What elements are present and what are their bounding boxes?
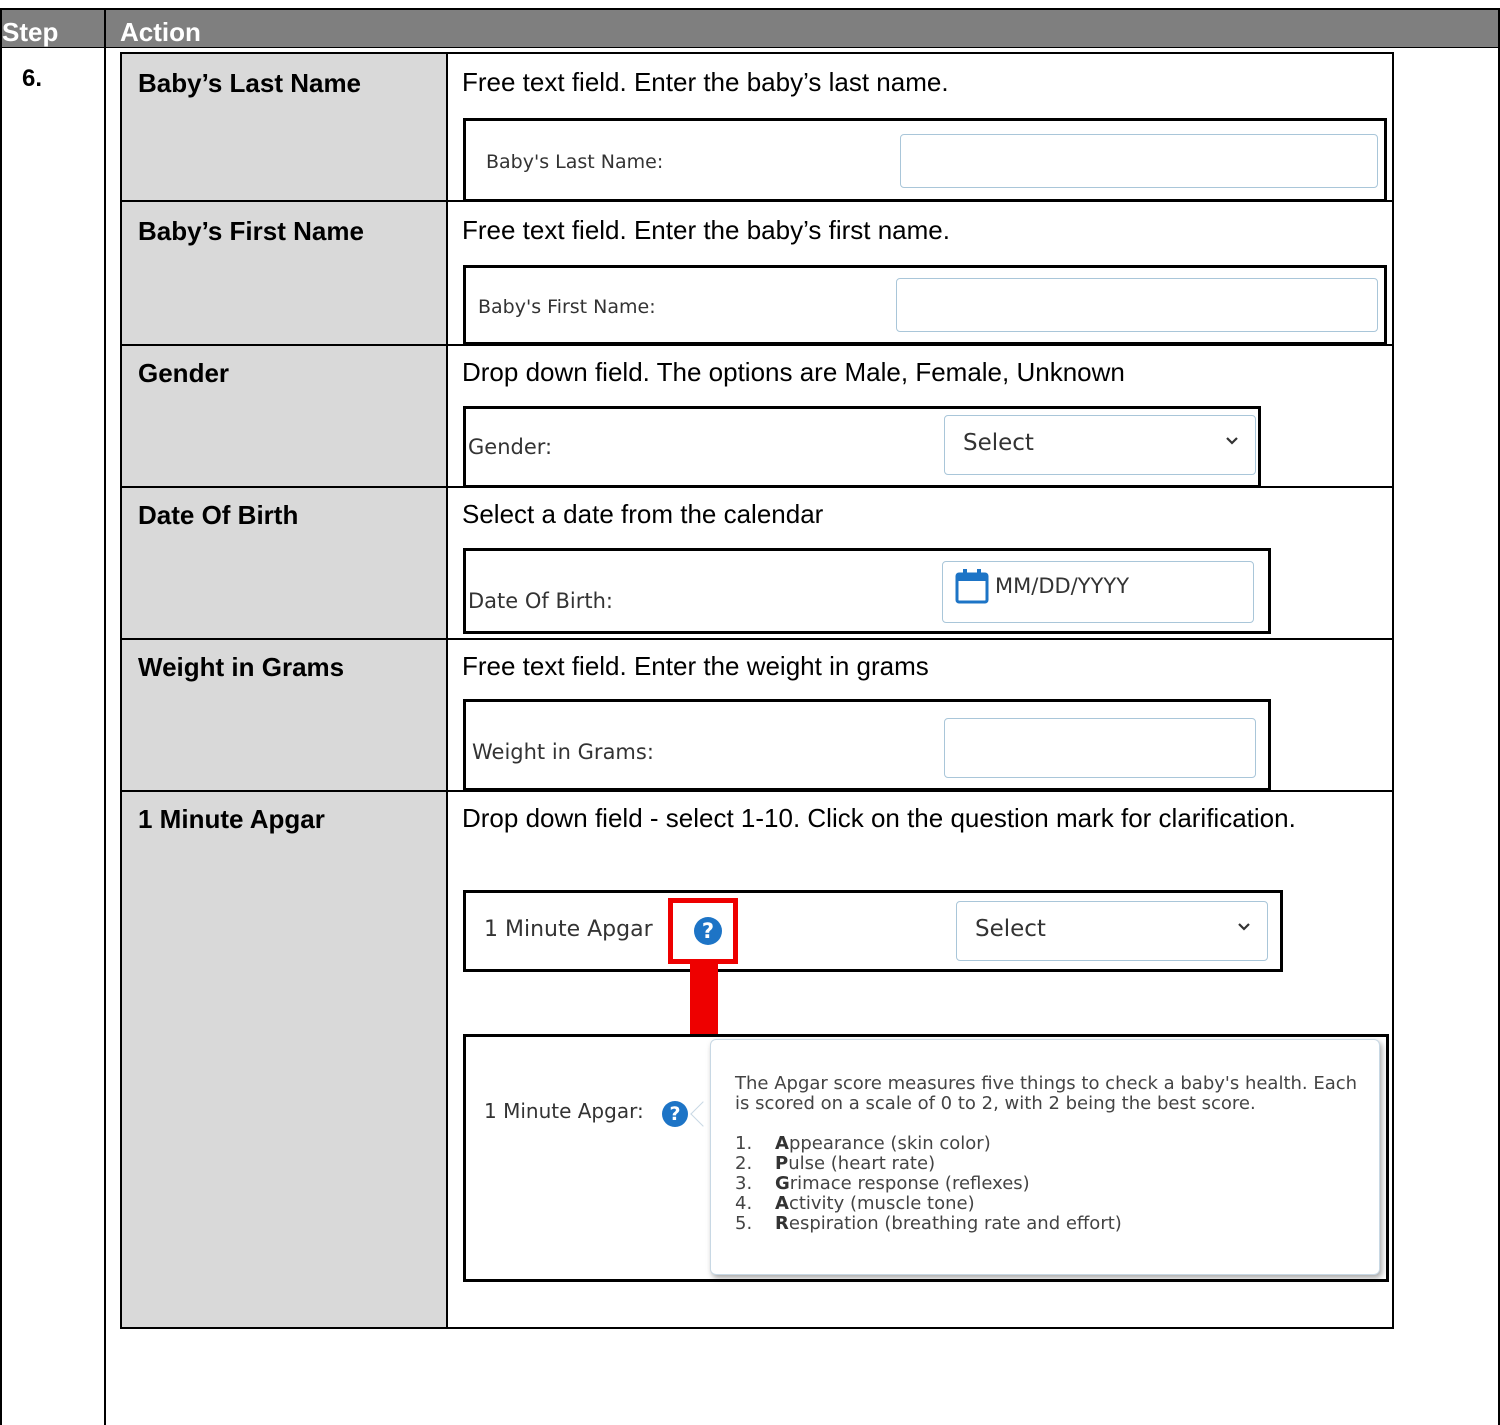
chevron-down-icon xyxy=(1238,923,1250,931)
list-item: 5. Respiration (breathing rate and effort… xyxy=(735,1213,1122,1234)
outer-left-border xyxy=(0,10,2,1425)
weight-screenshot: Weight in Grams: xyxy=(463,699,1271,791)
first-name-input[interactable] xyxy=(896,278,1378,332)
apgar-tooltip: The Apgar score measures five things to … xyxy=(710,1039,1380,1275)
date-of-birth-input[interactable]: MM/DD/YYYY xyxy=(942,561,1254,623)
tooltip-list: 1. Appearance (skin color) 2. Pulse (heart… xyxy=(735,1134,1375,1234)
apgar-screenshot: 1 Minute Apgar ? Select xyxy=(463,890,1283,972)
last-name-input[interactable] xyxy=(900,134,1378,188)
chevron-down-icon xyxy=(1226,437,1238,445)
tooltip-intro: The Apgar score measures five things to … xyxy=(735,1073,1358,1114)
row-divider xyxy=(122,638,1392,640)
row-desc-weight: Free text field. Enter the weight in gra… xyxy=(462,651,929,681)
list-item: 1. Appearance (skin color) xyxy=(735,1133,991,1154)
gender-label: Gender: xyxy=(468,435,553,459)
last-name-screenshot: Baby's Last Name: xyxy=(463,118,1387,202)
row-label-weight: Weight in Grams xyxy=(138,652,345,682)
apgar-label: 1 Minute Apgar xyxy=(484,917,653,942)
weight-input[interactable] xyxy=(944,718,1256,778)
row-label-last-name: Baby’s Last Name xyxy=(138,68,362,98)
step-number: 6. xyxy=(22,65,43,92)
row-label-gender: Gender xyxy=(138,358,230,388)
last-name-label: Baby's Last Name: xyxy=(486,151,664,173)
gender-select[interactable]: Select xyxy=(944,415,1256,475)
help-icon-highlight xyxy=(668,898,738,964)
gender-screenshot: Gender: Select xyxy=(463,406,1261,488)
row-desc-first-name: Free text field. Enter the baby’s first … xyxy=(462,215,950,245)
header-action: Action xyxy=(120,17,201,47)
table-header: Step Action xyxy=(0,10,1500,48)
apgar-select[interactable]: Select xyxy=(956,901,1268,961)
help-icon[interactable]: ? xyxy=(662,1101,688,1127)
date-of-birth-screenshot: Date Of Birth: MM/DD/YYYY xyxy=(463,548,1271,634)
row-desc-apgar: Drop down field - select 1-10. Click on … xyxy=(462,803,1296,833)
apgar-tooltip-screenshot: 1 Minute Apgar: ? The Apgar score measur… xyxy=(463,1034,1389,1282)
weight-label: Weight in Grams: xyxy=(472,740,654,764)
first-name-screenshot: Baby's First Name: xyxy=(463,265,1387,345)
calendar-icon[interactable] xyxy=(955,568,989,604)
row-label-first-name: Baby’s First Name xyxy=(138,216,364,246)
header-step: Step xyxy=(2,17,59,47)
row-desc-last-name: Free text field. Enter the baby’s last n… xyxy=(462,67,949,97)
first-name-label: Baby's First Name: xyxy=(478,296,656,318)
step-column-divider xyxy=(104,10,106,1425)
row-label-date-of-birth: Date Of Birth xyxy=(138,500,299,530)
list-item: 4. Activity (muscle tone) xyxy=(735,1193,975,1214)
date-of-birth-label: Date Of Birth: xyxy=(468,589,613,613)
list-item: 2. Pulse (heart rate) xyxy=(735,1153,936,1174)
row-desc-gender: Drop down field. The options are Male, F… xyxy=(462,357,1125,387)
row-desc-date-of-birth: Select a date from the calendar xyxy=(462,499,824,529)
date-placeholder: MM/DD/YYYY xyxy=(995,574,1130,598)
list-item: 3. Grimace response (reflexes) xyxy=(735,1173,1030,1194)
apgar-label-2: 1 Minute Apgar: xyxy=(484,1099,644,1123)
field-table: Baby’s Last Name Free text field. Enter … xyxy=(120,52,1394,1329)
row-label-apgar: 1 Minute Apgar xyxy=(138,804,325,834)
